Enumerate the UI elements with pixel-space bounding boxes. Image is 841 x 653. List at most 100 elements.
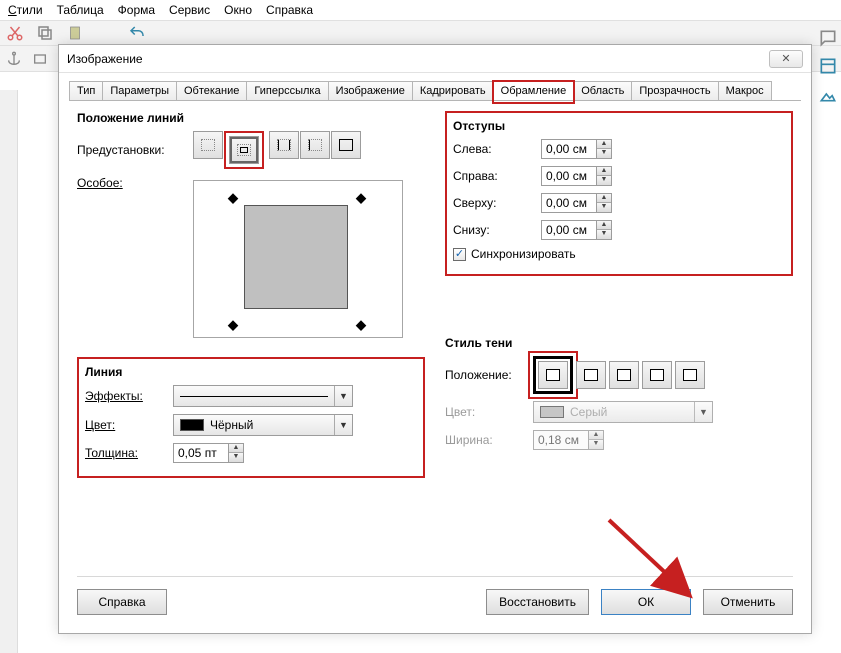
preset-leftright[interactable] [269, 131, 299, 159]
pad-top-label: Сверху: [453, 196, 533, 210]
menu-table[interactable]: Таблица [57, 3, 104, 17]
shadow-width-input [533, 430, 589, 450]
pad-left-field[interactable]: ▲▼ [541, 139, 612, 159]
paste-icon[interactable] [66, 24, 84, 42]
shadow-none[interactable] [538, 361, 568, 389]
spin-up-icon[interactable]: ▲ [597, 194, 611, 203]
spin-down-icon[interactable]: ▼ [229, 453, 243, 462]
line-style-select[interactable]: ▼ [173, 385, 353, 407]
pad-bottom-input[interactable] [541, 220, 597, 240]
border-presets [193, 131, 361, 169]
gallery-icon[interactable] [818, 84, 838, 104]
spin-up-icon[interactable]: ▲ [597, 167, 611, 176]
shadow-tl[interactable] [675, 361, 705, 389]
preset-left[interactable] [300, 131, 330, 159]
line-width-input[interactable] [173, 443, 229, 463]
sync-checkbox[interactable]: ✓ Синхронизировать [453, 247, 576, 261]
dialog-button-bar: Справка Восстановить ОК Отменить [77, 576, 793, 615]
side-panel-icons [818, 28, 838, 104]
menu-styles[interactable]: Стили [8, 3, 43, 17]
undo-icon[interactable] [128, 24, 146, 42]
close-button[interactable]: ✕ [769, 50, 803, 68]
properties-icon[interactable] [818, 56, 838, 76]
preview-box-inner [244, 205, 348, 309]
shadow-title: Стиль тени [445, 336, 793, 350]
pad-top-input[interactable] [541, 193, 597, 213]
spin-up-icon[interactable]: ▲ [597, 221, 611, 230]
image-flip-icon[interactable] [32, 51, 48, 67]
cancel-button[interactable]: Отменить [703, 589, 793, 615]
corner-handle-icon[interactable]: ◆ [228, 317, 238, 333]
annotation-highlight [533, 356, 573, 394]
pad-right-input[interactable] [541, 166, 597, 186]
tab-wrap[interactable]: Обтекание [176, 81, 247, 100]
border-preview[interactable]: ◆ ◆ ◆ ◆ [193, 180, 403, 338]
spin-down-icon[interactable]: ▼ [597, 203, 611, 212]
spin-down-icon[interactable]: ▼ [597, 176, 611, 185]
tab-crop[interactable]: Кадрировать [412, 81, 494, 100]
tab-hyperlink[interactable]: Гиперссылка [246, 81, 328, 100]
dialog-titlebar: Изображение ✕ [59, 45, 811, 73]
comment-icon[interactable] [818, 28, 838, 48]
image-dialog: Изображение ✕ Тип Параметры Обтекание Ги… [58, 44, 812, 634]
main-toolbar [0, 20, 841, 46]
width-label: Толщина: [85, 446, 165, 460]
linepos-title: Положение линий [77, 111, 425, 125]
corner-handle-icon[interactable]: ◆ [228, 190, 238, 206]
tab-image[interactable]: Изображение [328, 81, 413, 100]
shadow-br[interactable] [576, 361, 606, 389]
padding-title: Отступы [453, 119, 785, 133]
menu-help[interactable]: Справка [266, 3, 313, 17]
shadow-tr[interactable] [609, 361, 639, 389]
tab-area[interactable]: Область [573, 81, 632, 100]
spin-down-icon[interactable]: ▼ [597, 230, 611, 239]
pad-left-input[interactable] [541, 139, 597, 159]
anchor-icon[interactable] [6, 51, 22, 67]
tab-type[interactable]: Тип [69, 81, 103, 100]
shadow-width-label: Ширина: [445, 433, 525, 447]
tab-params[interactable]: Параметры [102, 81, 177, 100]
menu-service[interactable]: Сервис [169, 3, 210, 17]
pad-right-field[interactable]: ▲▼ [541, 166, 612, 186]
effects-label: Эффекты: [85, 389, 165, 403]
pad-left-label: Слева: [453, 142, 533, 156]
menu-form[interactable]: Форма [118, 3, 155, 17]
preset-none[interactable] [193, 131, 223, 159]
line-width-field[interactable]: ▲▼ [173, 443, 244, 463]
checkbox-icon: ✓ [453, 248, 466, 261]
custom-label: Особое: [77, 176, 185, 190]
corner-handle-icon[interactable]: ◆ [356, 190, 366, 206]
corner-handle-icon[interactable]: ◆ [356, 317, 366, 333]
ok-button[interactable]: ОК [601, 589, 691, 615]
annotation-highlight: Отступы Слева: ▲▼ Справа: ▲▼ С [445, 111, 793, 276]
annotation-highlight: Линия Эффекты: ▼ Цвет: Чёрный ▼ [77, 357, 425, 478]
tab-border[interactable]: Обрамление [493, 81, 575, 100]
dialog-title: Изображение [67, 52, 769, 66]
shadow-color-select: Серый ▼ [533, 401, 713, 423]
reset-button[interactable]: Восстановить [486, 589, 589, 615]
help-button[interactable]: Справка [77, 589, 167, 615]
spin-up-icon[interactable]: ▲ [597, 140, 611, 149]
preset-box[interactable] [229, 136, 259, 164]
shadow-presets [533, 356, 705, 394]
pad-top-field[interactable]: ▲▼ [541, 193, 612, 213]
shadow-pos-label: Положение: [445, 368, 525, 382]
tab-transparency[interactable]: Прозрачность [631, 81, 718, 100]
shadow-color-label: Цвет: [445, 405, 525, 419]
menu-bar: Стили Таблица Форма Сервис Окно Справка [0, 0, 841, 20]
chevron-down-icon: ▼ [334, 386, 352, 406]
tab-macro[interactable]: Макрос [718, 81, 772, 100]
sync-label: Синхронизировать [471, 247, 576, 261]
pad-bottom-field[interactable]: ▲▼ [541, 220, 612, 240]
line-color-select[interactable]: Чёрный ▼ [173, 414, 353, 436]
spin-down-icon[interactable]: ▼ [597, 149, 611, 158]
preset-full[interactable] [331, 131, 361, 159]
vertical-ruler [0, 90, 18, 653]
line-title: Линия [85, 365, 417, 379]
spin-up-icon[interactable]: ▲ [229, 444, 243, 453]
shadow-bl[interactable] [642, 361, 672, 389]
dialog-tabs: Тип Параметры Обтекание Гиперссылка Изоб… [59, 73, 811, 100]
cut-icon[interactable] [6, 24, 24, 42]
menu-window[interactable]: Окно [224, 3, 252, 17]
copy-icon[interactable] [36, 24, 54, 42]
